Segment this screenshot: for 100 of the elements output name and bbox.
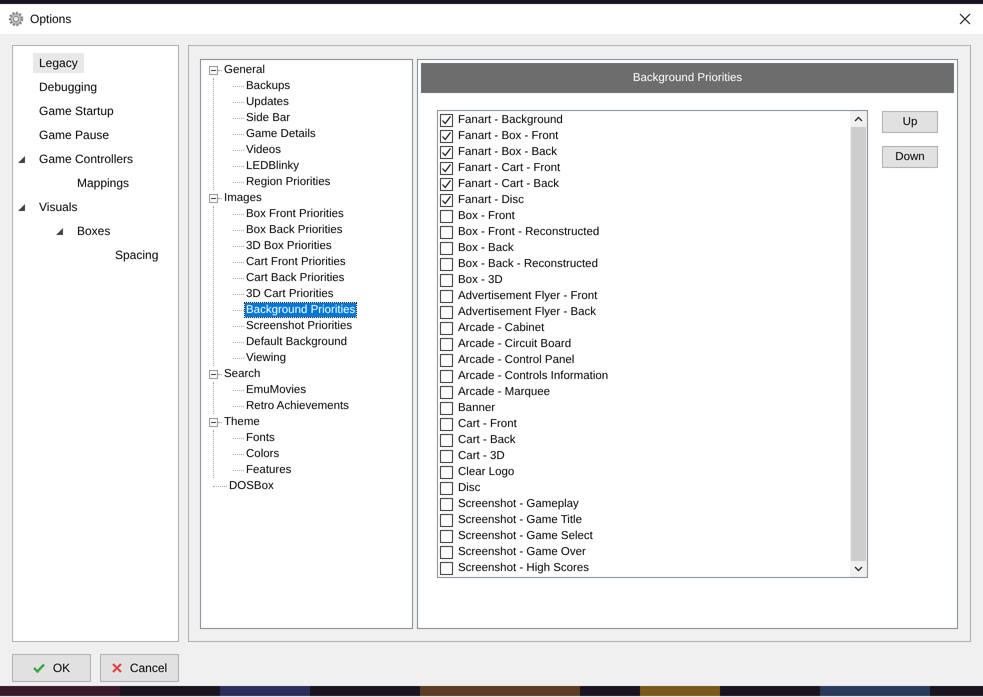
- scrollbar[interactable]: [850, 111, 867, 577]
- priority-label: Disc: [458, 482, 480, 494]
- tree-item[interactable]: EmuMovies: [245, 383, 308, 397]
- tree-item[interactable]: Cart Back Priorities: [245, 271, 346, 285]
- scroll-up-icon[interactable]: [854, 116, 863, 122]
- tree-item[interactable]: Images: [223, 191, 263, 205]
- priority-label: Cart - 3D: [458, 450, 505, 462]
- tree-item[interactable]: Region Priorities: [245, 175, 332, 189]
- priority-label: Box - 3D: [458, 274, 503, 286]
- checkbox[interactable]: [440, 242, 453, 254]
- nav-item[interactable]: Spacing: [109, 245, 164, 265]
- nav-item[interactable]: Game Pause: [33, 125, 116, 145]
- nav-item[interactable]: Mappings: [71, 173, 136, 193]
- priority-label: Fanart - Disc: [458, 194, 524, 206]
- tree-item[interactable]: DOSBox: [228, 479, 275, 493]
- checkbox[interactable]: [440, 370, 453, 382]
- priority-label: Screenshot - High Scores: [458, 562, 590, 574]
- checkbox[interactable]: [440, 386, 453, 398]
- collapse-icon[interactable]: [209, 418, 218, 426]
- priority-label: Fanart - Background: [458, 114, 563, 126]
- tree-item[interactable]: Features: [245, 463, 292, 477]
- checkbox[interactable]: [440, 354, 453, 366]
- tree-item[interactable]: Default Background: [245, 335, 348, 349]
- expanded-triangle-icon[interactable]: [18, 204, 25, 210]
- checkbox[interactable]: [440, 114, 453, 126]
- tree-item[interactable]: Box Back Priorities: [245, 223, 344, 237]
- tree-item[interactable]: Box Front Priorities: [245, 207, 345, 221]
- tree-item[interactable]: Search: [223, 367, 262, 381]
- checkmark-icon: [32, 663, 45, 673]
- checkbox[interactable]: [440, 274, 453, 286]
- tree-item[interactable]: Fonts: [245, 431, 276, 445]
- tree-item[interactable]: Theme: [223, 415, 261, 429]
- checkbox[interactable]: [440, 306, 453, 318]
- checkbox[interactable]: [440, 514, 453, 526]
- nav-item[interactable]: Debugging: [33, 77, 104, 97]
- priority-label: Fanart - Box - Front: [458, 130, 558, 142]
- checkbox[interactable]: [440, 562, 453, 574]
- tree-item[interactable]: Videos: [245, 143, 282, 157]
- checkbox[interactable]: [440, 498, 453, 510]
- tree-item[interactable]: Background Priorities: [245, 303, 356, 317]
- cancel-button[interactable]: Cancel: [100, 654, 179, 682]
- priority-label: Fanart - Cart - Back: [458, 178, 559, 190]
- tree-item[interactable]: Game Details: [245, 127, 317, 141]
- priority-label: Fanart - Box - Back: [458, 146, 558, 158]
- checkbox[interactable]: [440, 258, 453, 270]
- move-button[interactable]: Down: [882, 146, 938, 168]
- priority-label: Screenshot - Gameplay: [458, 498, 579, 510]
- nav-item[interactable]: Visuals: [33, 197, 84, 217]
- move-button[interactable]: Up: [882, 111, 938, 133]
- tree-item[interactable]: Side Bar: [245, 111, 292, 125]
- priority-label: Box - Front: [458, 210, 515, 222]
- tree-item[interactable]: Screenshot Priorities: [245, 319, 354, 333]
- gear-icon: [8, 11, 24, 27]
- tree-item[interactable]: General: [223, 63, 266, 77]
- priority-label: Box - Back - Reconstructed: [458, 258, 598, 270]
- tree-item[interactable]: 3D Cart Priorities: [245, 287, 335, 301]
- tree-item[interactable]: Colors: [245, 447, 280, 461]
- scroll-down-icon[interactable]: [854, 566, 863, 572]
- tree-item[interactable]: Retro Achievements: [245, 399, 350, 413]
- checkbox[interactable]: [440, 402, 453, 414]
- checkbox[interactable]: [440, 482, 453, 494]
- tree-item[interactable]: Cart Front Priorities: [245, 255, 347, 269]
- collapse-icon[interactable]: [209, 194, 218, 202]
- expanded-triangle-icon[interactable]: [18, 156, 25, 162]
- checkbox[interactable]: [440, 466, 453, 478]
- checkbox[interactable]: [440, 178, 453, 190]
- checkbox[interactable]: [440, 434, 453, 446]
- checkbox[interactable]: [440, 194, 453, 206]
- close-icon: [959, 13, 971, 25]
- checkbox[interactable]: [440, 146, 453, 158]
- checkbox[interactable]: [440, 226, 453, 238]
- priority-label: Advertisement Flyer - Front: [458, 290, 598, 302]
- expanded-triangle-icon[interactable]: [56, 228, 63, 234]
- checkbox[interactable]: [440, 130, 453, 142]
- nav-item[interactable]: Game Startup: [33, 101, 120, 121]
- checkbox[interactable]: [440, 338, 453, 350]
- collapse-icon[interactable]: [209, 370, 218, 378]
- panel-header: Background Priorities: [421, 63, 954, 93]
- checkbox[interactable]: [440, 290, 453, 302]
- tree-item[interactable]: LEDBlinky: [245, 159, 300, 173]
- nav-item[interactable]: Legacy: [33, 53, 84, 73]
- priority-label: Arcade - Circuit Board: [458, 338, 572, 350]
- checkbox[interactable]: [440, 322, 453, 334]
- tree-item[interactable]: Backups: [245, 79, 292, 93]
- checkbox[interactable]: [440, 210, 453, 222]
- nav-item[interactable]: Game Controllers: [33, 149, 140, 169]
- tree-item[interactable]: Updates: [245, 95, 290, 109]
- tree-item[interactable]: Viewing: [245, 351, 288, 365]
- checkbox[interactable]: [440, 418, 453, 430]
- priority-label: Screenshot - Game Title: [458, 514, 582, 526]
- nav-item[interactable]: Boxes: [71, 221, 116, 241]
- checkbox[interactable]: [440, 546, 453, 558]
- collapse-icon[interactable]: [209, 66, 218, 74]
- priority-label: Arcade - Cabinet: [458, 322, 544, 334]
- ok-button[interactable]: OK: [12, 654, 91, 682]
- checkbox[interactable]: [440, 450, 453, 462]
- priority-label: Screenshot - Game Over: [458, 546, 586, 558]
- checkbox[interactable]: [440, 162, 453, 174]
- checkbox[interactable]: [440, 530, 453, 542]
- tree-item[interactable]: 3D Box Priorities: [245, 239, 333, 253]
